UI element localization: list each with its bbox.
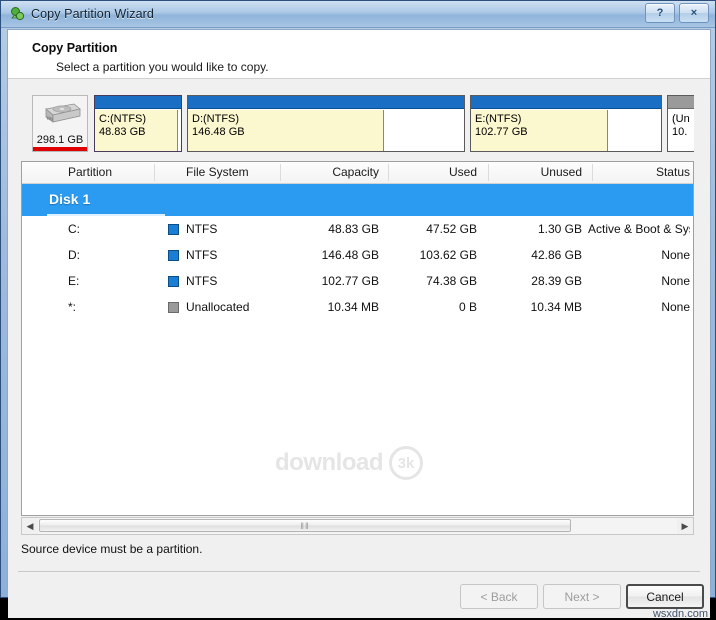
table-row[interactable]: C: NTFS 48.83 GB 47.52 GB 1.30 GB Active & Bo… [22, 216, 693, 242]
cell-status: None [661, 248, 690, 262]
partition-bar-label: D:(NTFS) 146.48 GB [192, 113, 245, 139]
partition-bar-label-line2: 48.83 GB [99, 126, 146, 138]
table-body: Disk 1 C: NTFS 48.83 GB 47.52 GB 1.30 GB Activ… [22, 184, 693, 320]
partition-bar[interactable]: D:(NTFS) 146.48 GB [187, 95, 465, 152]
table-row[interactable]: *: Unallocated 10.34 MB 0 B 10.34 MB None [22, 294, 693, 320]
cell-status: Active & Boot & System [588, 222, 690, 236]
scroll-left-arrow-icon[interactable]: ◀ [22, 518, 38, 534]
partition-bar-header [668, 96, 694, 110]
window-controls: ? × [645, 3, 709, 23]
window-title: Copy Partition Wizard [31, 7, 154, 21]
disk-icon-box[interactable]: 298.1 GB [32, 95, 88, 152]
partition-bar-label-line1: D:(NTFS) [192, 113, 240, 125]
horizontal-scrollbar[interactable]: ◀ ‖‖ ▶ [21, 517, 694, 535]
disk-group-label: Disk 1 [49, 191, 91, 207]
scroll-right-arrow-icon[interactable]: ▶ [677, 518, 693, 534]
partition-bar-header [188, 96, 464, 110]
page-subtitle: Select a partition you would like to cop… [56, 60, 269, 74]
cell-status: None [661, 300, 690, 314]
partition-bar-label-line1: (Un [672, 113, 690, 125]
table-row[interactable]: E: NTFS 102.77 GB 74.38 GB 28.39 GB None [22, 268, 693, 294]
partition-wizard-icon [9, 6, 25, 22]
table-header-row: Partition File System Capacity Used Unused St… [22, 162, 693, 184]
title-bar[interactable]: Copy Partition Wizard ? × [1, 1, 715, 28]
wizard-footer: < Back Next > Cancel wsxdn.com [8, 572, 710, 620]
disk-map[interactable]: 298.1 GB C:(NTFS) 48.83 GB D:(NTFS) 146.48 … [32, 95, 694, 154]
partition-bar-header [95, 96, 181, 110]
center-watermark: download 3k [275, 445, 485, 481]
column-header-status[interactable]: Status [22, 165, 690, 179]
back-button[interactable]: < Back [460, 584, 538, 609]
partition-bar-label: E:(NTFS) 102.77 GB [475, 113, 528, 139]
client-area: Copy Partition Select a partition you wo… [7, 29, 711, 620]
scrollbar-thumb[interactable]: ‖‖ [39, 519, 571, 532]
partition-bar-label-line1: E:(NTFS) [475, 113, 522, 125]
cell-unused: 1.30 GB [537, 222, 582, 236]
partition-bar-body: E:(NTFS) 102.77 GB [471, 110, 661, 151]
disk-selection-indicator [33, 147, 87, 151]
partition-bar-label-line2: 102.77 GB [475, 126, 528, 138]
partition-table[interactable]: Partition File System Capacity Used Unused St… [21, 161, 694, 516]
wizard-header: Copy Partition Select a partition you wo… [8, 30, 710, 79]
partition-bar[interactable]: C:(NTFS) 48.83 GB [94, 95, 182, 152]
next-button[interactable]: Next > [543, 584, 621, 609]
corner-watermark: wsxdn.com [652, 608, 708, 620]
partition-bar[interactable]: (Un 10. [667, 95, 694, 152]
application-window: Copy Partition Wizard ? × Copy Partition… [0, 0, 716, 620]
partition-bar-label-line2: 10. [672, 126, 688, 138]
hard-disk-icon [41, 101, 81, 126]
partition-bar-label-line2: 146.48 GB [192, 126, 245, 138]
partition-bar-header [471, 96, 661, 110]
table-row[interactable]: D: NTFS 146.48 GB 103.62 GB 42.86 GB None [22, 242, 693, 268]
partition-bar-label: C:(NTFS) 48.83 GB [99, 113, 146, 139]
close-button[interactable]: × [679, 3, 709, 23]
partition-bar-label: (Un 10. [672, 113, 690, 139]
partition-bar-body: C:(NTFS) 48.83 GB [95, 110, 181, 151]
partition-bar-list: C:(NTFS) 48.83 GB D:(NTFS) 146.48 GB E:(NTFS… [94, 95, 694, 152]
disk-capacity-label: 298.1 GB [36, 134, 84, 146]
partition-bar-label-line1: C:(NTFS) [99, 113, 147, 125]
watermark-badge: 3k [388, 446, 423, 480]
disk-group-row[interactable]: Disk 1 [22, 184, 693, 216]
status-message: Source device must be a partition. [21, 542, 203, 556]
cell-status: None [661, 274, 690, 288]
help-button[interactable]: ? [645, 3, 675, 23]
cancel-button[interactable]: Cancel [626, 584, 704, 609]
page-title: Copy Partition [32, 41, 118, 55]
partition-bar-body: D:(NTFS) 146.48 GB [188, 110, 464, 151]
partition-bar[interactable]: E:(NTFS) 102.77 GB [470, 95, 662, 152]
partition-bar-body: (Un 10. [668, 110, 694, 151]
watermark-text: download [275, 449, 383, 476]
scrollbar-track[interactable]: ‖‖ [38, 518, 677, 534]
